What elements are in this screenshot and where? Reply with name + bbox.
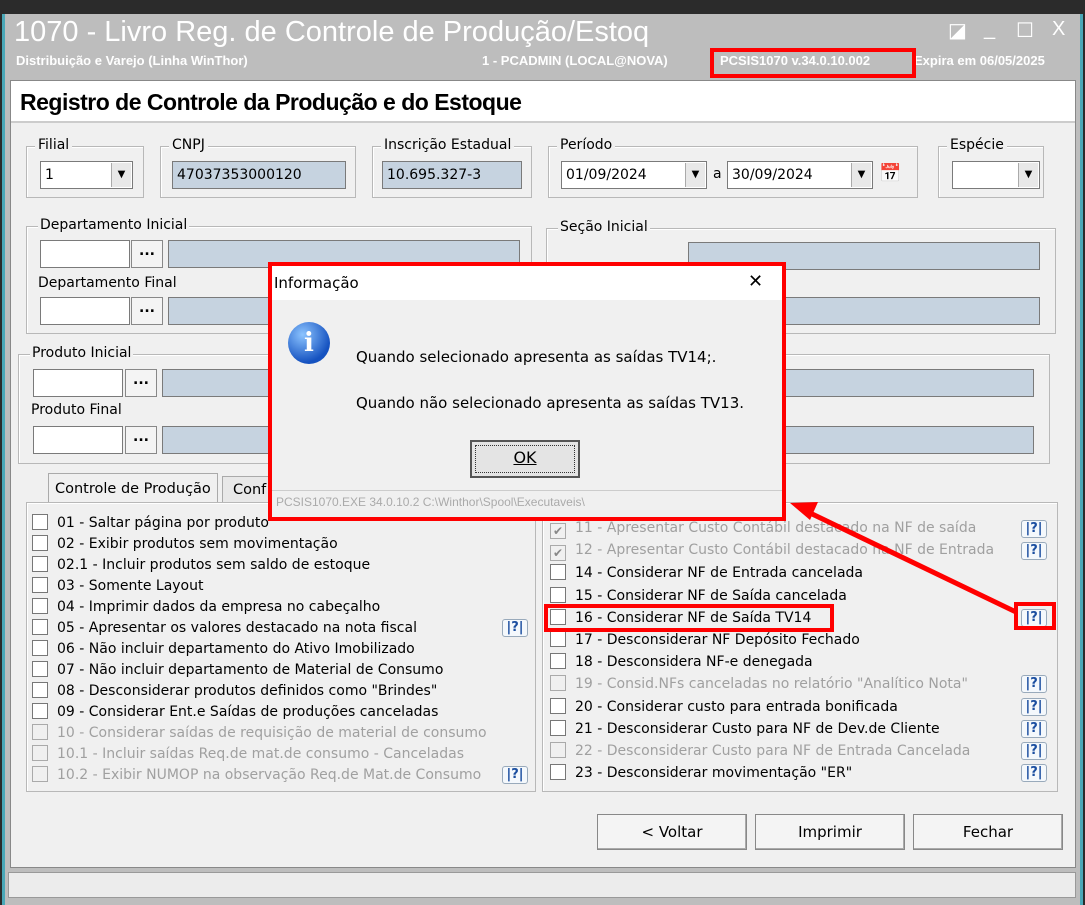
dialog-message-1: Quando selecionado apresenta as saídas T…	[356, 348, 717, 366]
dialog-message-2: Quando não selecionado apresenta as saíd…	[356, 394, 745, 412]
dialog-footer: PCSIS1070.EXE 34.0.10.2 C:\Winthor\Spool…	[272, 490, 782, 513]
dialog-titlebar: Informação ✕	[272, 266, 782, 300]
info-dialog: Informação ✕ i Quando selecionado aprese…	[268, 262, 786, 521]
dialog-close-button[interactable]: ✕	[748, 271, 763, 292]
ok-button[interactable]: OK	[470, 440, 580, 478]
dialog-title: Informação	[274, 274, 359, 292]
info-icon: i	[288, 322, 330, 364]
